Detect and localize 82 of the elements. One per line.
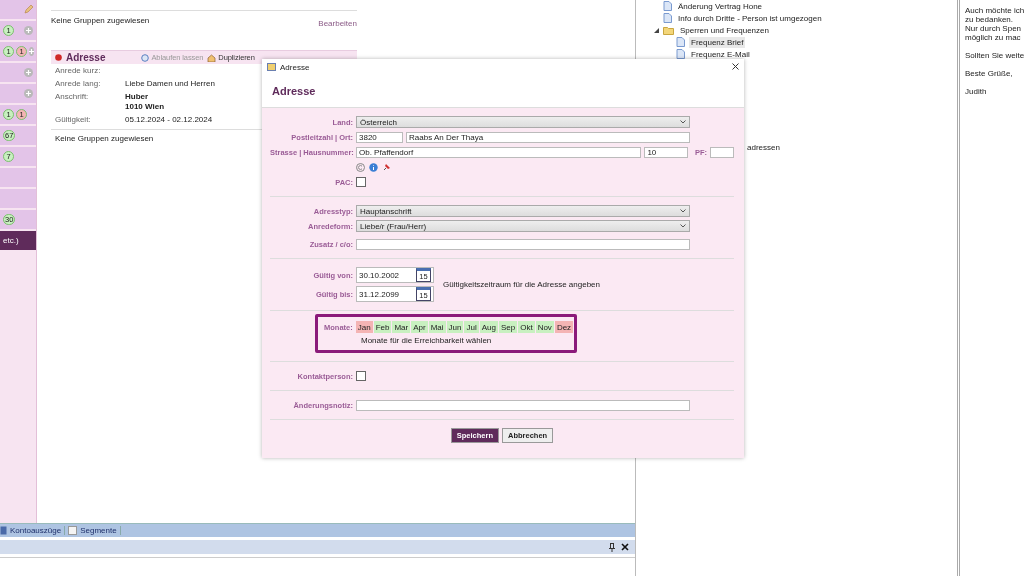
folder-icon <box>663 25 674 35</box>
tile-label: etc.) <box>3 236 19 245</box>
input-field[interactable] <box>356 238 690 250</box>
book-icon <box>0 526 7 535</box>
status-dot-icon <box>55 54 62 61</box>
tree-item[interactable]: Sperren und Frequenzen <box>678 24 771 36</box>
pin-icon <box>382 162 391 172</box>
email-line: möglich zu mac <box>965 33 1022 42</box>
chevron-down-icon <box>680 224 686 228</box>
sidebar-tile[interactable] <box>0 84 36 103</box>
input-field[interactable]: Ob. Pfaffendorf <box>356 146 642 158</box>
checkbox[interactable] <box>356 371 366 381</box>
tree-item[interactable]: Änderung Vertrag Hone <box>676 0 765 12</box>
dialog-heading: Adresse <box>272 85 316 97</box>
email-line: zu bedanken. <box>965 15 1015 24</box>
input-field[interactable]: 3820 <box>356 131 403 143</box>
month-toggle[interactable]: Mai <box>428 321 446 333</box>
edit-link[interactable]: Bearbeiten <box>318 19 357 50</box>
tree-item[interactable]: Frequenz Brief <box>689 36 746 48</box>
checkbox[interactable] <box>356 177 366 187</box>
add-icon[interactable] <box>29 47 34 56</box>
pin-icon <box>609 542 615 552</box>
page-icon <box>68 526 78 535</box>
field-label: Anschrift: <box>55 92 90 103</box>
month-toggle[interactable]: Okt <box>518 321 535 333</box>
email-line: Sollten Sie weite <box>965 51 1024 60</box>
tree-item[interactable]: Info durch Dritte - Person ist umgezogen <box>676 12 824 24</box>
sidebar-tile[interactable] <box>0 0 36 19</box>
groups-text: Keine Gruppen zugewiesen <box>55 134 154 143</box>
email-line: Auch möchte ich <box>965 6 1024 15</box>
month-toggle[interactable]: Jul <box>464 321 479 333</box>
month-toggle[interactable]: Jun <box>446 321 464 333</box>
field-value: Huber 1010 Wien <box>125 92 165 112</box>
sidebar-tile[interactable] <box>0 168 36 187</box>
type-select[interactable]: Hauptanschrift <box>356 205 690 217</box>
card-title: Adresse <box>66 52 106 63</box>
window-title: Adresse <box>280 62 310 72</box>
field-value: Liebe Damen und Herren <box>125 79 215 89</box>
house-icon <box>207 53 217 62</box>
add-icon[interactable] <box>24 68 33 77</box>
email-line: Judith <box>965 87 988 96</box>
month-toggle[interactable]: Apr <box>411 321 428 333</box>
input-field[interactable] <box>356 399 690 411</box>
sidebar-tile[interactable]: etc.) <box>0 231 36 250</box>
close-icon <box>621 543 629 551</box>
salutation-select[interactable]: Liebe/r (Frau/Herr) <box>356 220 690 232</box>
email-line: Beste Grüße, <box>965 69 1014 78</box>
country-select[interactable]: Österreich <box>356 116 690 128</box>
hint-text: Monate für die Erreichbarkeit wählen <box>360 336 493 345</box>
field-label: Anrede kurz: <box>55 66 102 76</box>
copyright-icon <box>356 162 365 172</box>
window-icon <box>267 63 276 71</box>
add-icon[interactable] <box>24 89 33 98</box>
chevron-down-icon <box>680 209 686 213</box>
add-icon[interactable] <box>24 26 33 35</box>
month-toggle[interactable]: Sep <box>498 321 518 333</box>
month-toggle[interactable]: Nov <box>535 321 554 333</box>
tree-item[interactable]: adressen <box>745 141 782 153</box>
sidebar-tile[interactable] <box>0 189 36 208</box>
bottom-tab[interactable]: Kontoauszüge <box>0 526 66 535</box>
hint-text: Gültigkeitszeitraum für die Adresse angeben <box>443 280 600 289</box>
sidebar-tile[interactable] <box>0 63 36 82</box>
close-icon <box>732 62 739 70</box>
month-toggle[interactable]: Feb <box>373 321 392 333</box>
chevron-down-icon <box>680 120 686 124</box>
month-toggle[interactable]: Dez <box>554 321 574 333</box>
field-value: 05.12.2024 - 02.12.2024 <box>125 115 213 125</box>
input-field[interactable]: 10 <box>644 146 689 158</box>
groups-text: Keine Gruppen zugewiesen <box>51 16 150 27</box>
month-toggle[interactable]: Mar <box>392 321 411 333</box>
email-line: Nur durch Spen <box>965 24 1023 33</box>
bottom-tab[interactable]: Segmente <box>68 526 121 535</box>
field-label: Gültigkeit: <box>55 115 92 125</box>
month-toggle[interactable]: Aug <box>479 321 498 333</box>
input-field[interactable]: Raabs An Der Thaya <box>406 131 690 143</box>
tree-item[interactable]: Frequenz E-Mail <box>689 48 752 60</box>
input-field[interactable] <box>710 146 734 158</box>
month-toggle[interactable]: Jan <box>355 321 373 333</box>
info-icon <box>369 162 378 172</box>
field-label: Anrede lang: <box>55 79 102 89</box>
expander-icon[interactable] <box>654 27 659 33</box>
pencil-icon <box>24 5 33 14</box>
